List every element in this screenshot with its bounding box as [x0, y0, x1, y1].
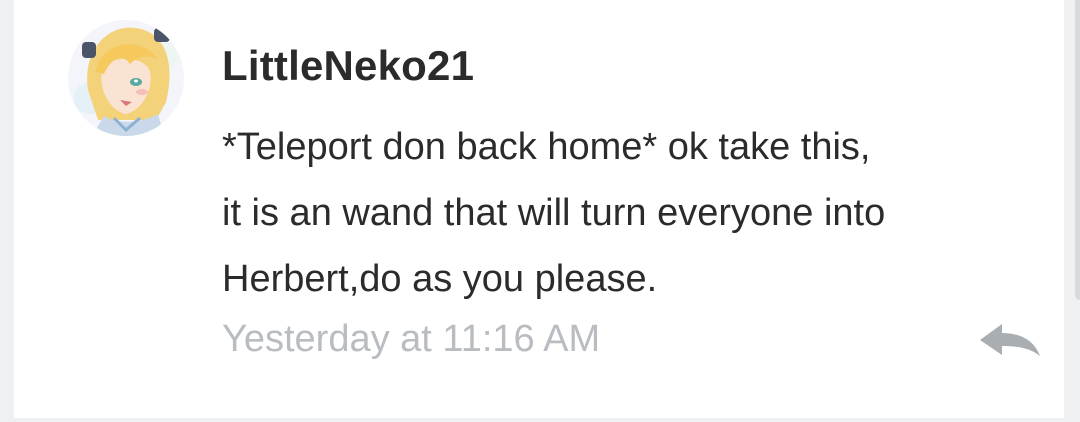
reply-button[interactable] — [976, 318, 1044, 362]
comment-message-line: it is an wand that will turn everyone in… — [222, 192, 886, 234]
comment-card: LittleNeko21 *Teleport don back home* ok… — [14, 0, 1064, 418]
user-avatar[interactable] — [68, 20, 184, 136]
scroll-track[interactable] — [1064, 0, 1080, 422]
scrollbar-thumb[interactable] — [1075, 0, 1080, 300]
avatar-image — [68, 20, 184, 136]
comment-screen: LittleNeko21 *Teleport don back home* ok… — [0, 0, 1080, 422]
comment-username[interactable]: LittleNeko21 — [222, 42, 474, 90]
comment-message-line: *Teleport don back home* ok take this, — [222, 126, 871, 168]
comment-message: *Teleport don back home* ok take this, i… — [222, 114, 1022, 312]
comment-message-line: Herbert,do as you please. — [222, 258, 658, 300]
reply-arrow-icon — [980, 324, 1040, 356]
comment-timestamp: Yesterday at 11:16 AM — [222, 318, 601, 360]
